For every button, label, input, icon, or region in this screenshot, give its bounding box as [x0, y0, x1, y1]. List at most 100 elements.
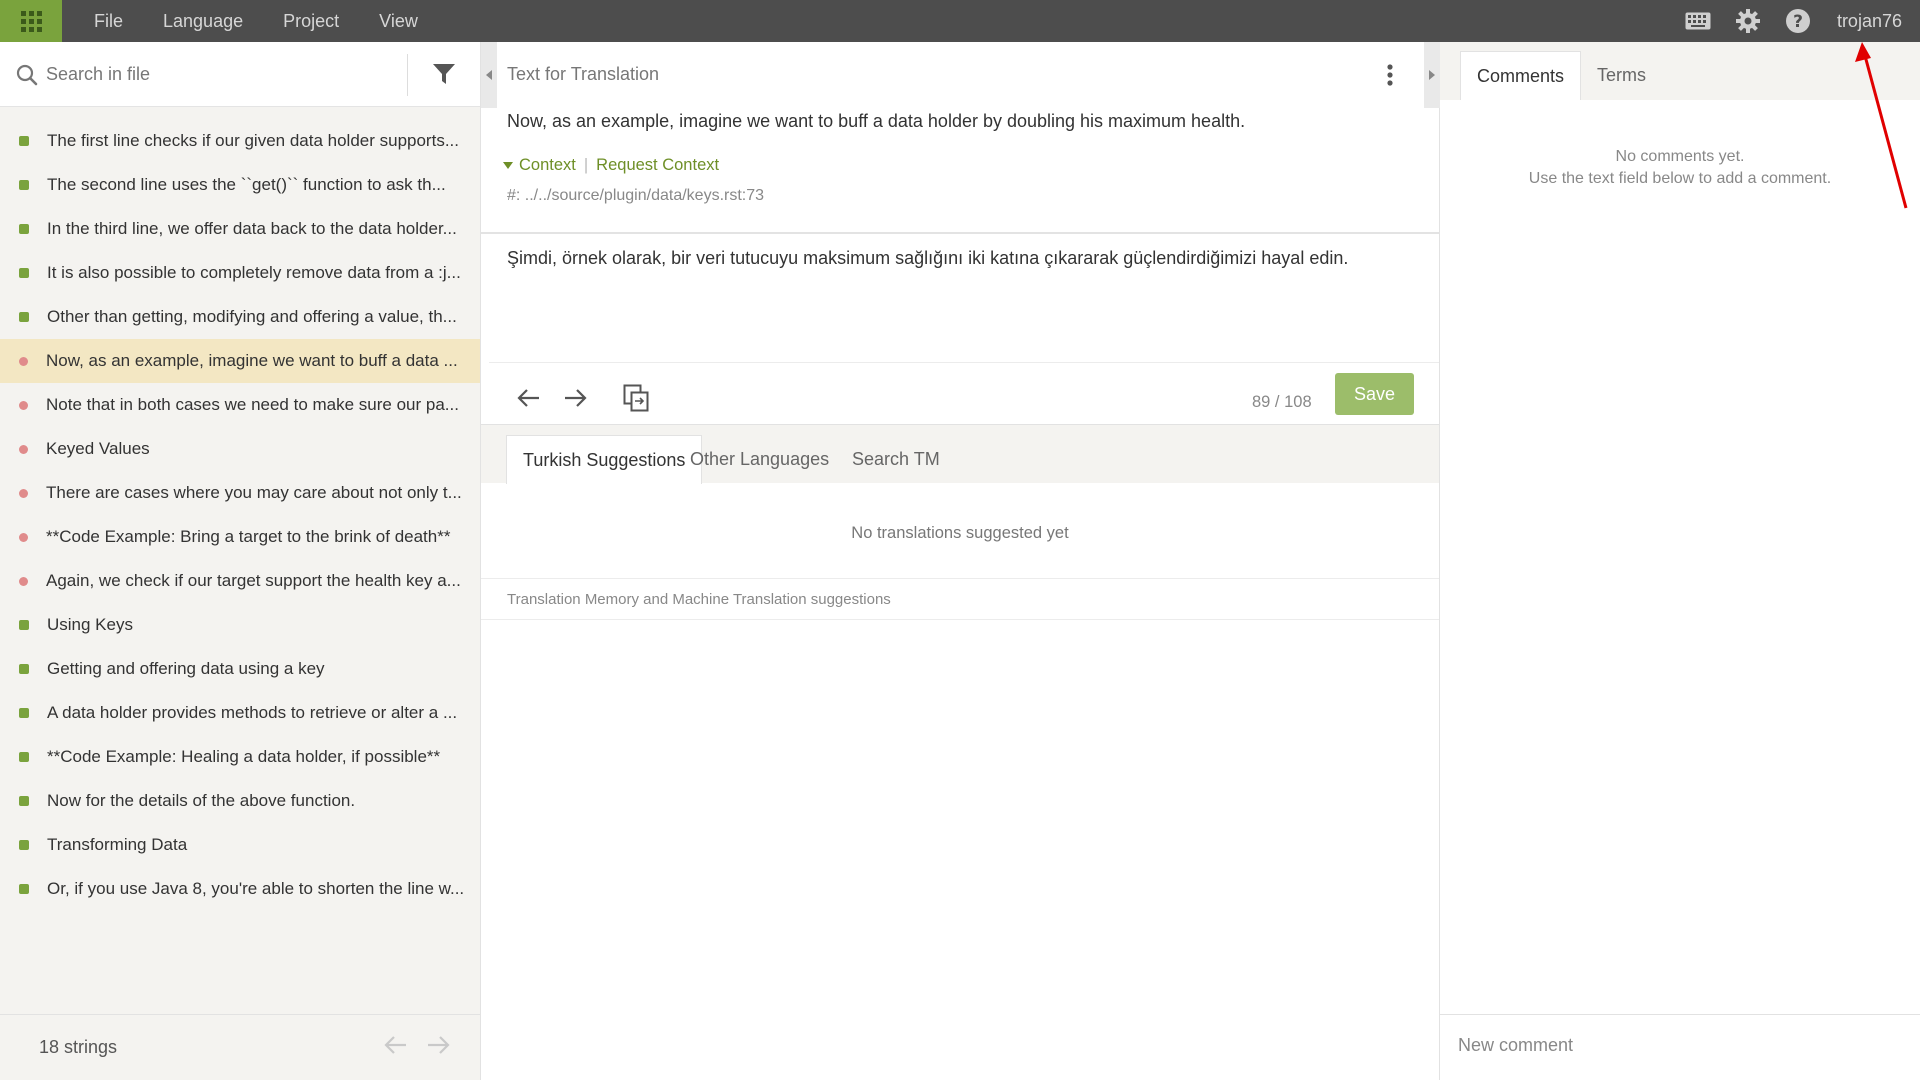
top-right-controls: ? trojan76 [1673, 0, 1920, 42]
comments-tabs: Comments Terms [1440, 42, 1920, 100]
status-dot [19, 708, 29, 718]
svg-text:?: ? [1793, 12, 1803, 32]
suggestion-tabs: Turkish Suggestions Other Languages Sear… [481, 424, 1439, 484]
collapse-right-button[interactable] [1424, 42, 1440, 108]
list-item[interactable]: Getting and offering data using a key [0, 647, 480, 691]
collapse-left-button[interactable] [481, 42, 497, 108]
tab-terms[interactable]: Terms [1581, 51, 1662, 100]
status-dot [19, 488, 28, 498]
menu-view[interactable]: View [359, 0, 438, 42]
list-item[interactable]: A data holder provides methods to retrie… [0, 691, 480, 735]
comments-panel: Comments Terms No comments yet. Use the … [1440, 42, 1920, 1080]
request-context-link[interactable]: Request Context [596, 156, 719, 175]
arrow-right-icon[interactable] [563, 388, 587, 413]
string-list: The first line checks if our given data … [0, 107, 480, 911]
new-comment-input[interactable] [1458, 1035, 1898, 1056]
username[interactable]: trojan76 [1837, 11, 1902, 32]
list-item[interactable]: It is also possible to completely remove… [0, 251, 480, 295]
arrow-left-icon[interactable] [384, 1035, 408, 1060]
apps-button[interactable] [0, 0, 62, 42]
menu-file[interactable]: File [74, 0, 143, 42]
annotation-arrow-icon [1855, 42, 1908, 209]
main-menu: File Language Project View [74, 0, 438, 42]
list-item-text: Again, we check if our target support th… [46, 571, 461, 590]
source-title: Text for Translation [507, 64, 660, 84]
save-button[interactable]: Save [1335, 373, 1414, 415]
list-item-text: Now for the details of the above functio… [47, 791, 356, 810]
menu-project[interactable]: Project [263, 0, 359, 42]
comment-bar [1440, 1014, 1920, 1080]
list-item-text: **Code Example: Bring a target to the br… [46, 527, 451, 546]
list-item[interactable]: Again, we check if our target support th… [0, 559, 480, 603]
list-item[interactable]: The first line checks if our given data … [0, 119, 480, 163]
separator: | [583, 156, 589, 174]
divider [481, 578, 1439, 579]
list-item-text: Keyed Values [46, 439, 150, 458]
list-item[interactable]: Other than getting, modifying and offeri… [0, 295, 480, 339]
list-item[interactable]: Now for the details of the above functio… [0, 779, 480, 823]
list-item-text: Or, if you use Java 8, you're able to sh… [47, 879, 465, 898]
translation-editor[interactable]: Şimdi, örnek olarak, bir veri tutucuyu m… [507, 248, 1348, 269]
list-item[interactable]: Now, as an example, imagine we want to b… [0, 339, 480, 383]
keyboard-icon[interactable] [1684, 7, 1712, 35]
list-item[interactable]: In the third line, we offer data back to… [0, 207, 480, 251]
tab-other-languages[interactable]: Other Languages [674, 435, 845, 484]
list-item-text: A data holder provides methods to retrie… [47, 703, 458, 722]
empty-comments: No comments yet. Use the text field belo… [1440, 146, 1920, 190]
list-item-text: Using Keys [47, 615, 133, 634]
list-item[interactable]: Or, if you use Java 8, you're able to sh… [0, 867, 480, 911]
list-footer: 18 strings [0, 1014, 480, 1080]
status-dot [19, 840, 29, 850]
list-item[interactable]: The second line uses the ``get()`` funct… [0, 163, 480, 207]
copy-source-icon[interactable] [623, 384, 649, 417]
tab-search-tm[interactable]: Search TM [836, 435, 956, 484]
search-input[interactable] [46, 63, 396, 85]
top-bar: File Language Project View ? trojan76 [0, 0, 1920, 42]
gear-icon[interactable] [1734, 7, 1762, 35]
list-item-text: Now, as an example, imagine we want to b… [46, 351, 458, 370]
list-item-text: In the third line, we offer data back to… [47, 219, 457, 238]
divider [481, 619, 1439, 620]
list-item[interactable]: Transforming Data [0, 823, 480, 867]
menu-language[interactable]: Language [143, 0, 263, 42]
help-icon[interactable]: ? [1784, 7, 1812, 35]
status-dot [19, 224, 29, 234]
kebab-menu-icon[interactable] [1387, 64, 1395, 91]
status-dot [19, 664, 29, 674]
list-item[interactable]: Note that in both cases we need to make … [0, 383, 480, 427]
list-item-text: The second line uses the ``get()`` funct… [47, 175, 446, 194]
list-item-text: Getting and offering data using a key [47, 659, 325, 678]
status-dot [19, 136, 29, 146]
arrow-right-icon[interactable] [426, 1035, 450, 1060]
tab-comments[interactable]: Comments [1460, 51, 1582, 100]
strings-count: 18 strings [39, 1037, 118, 1057]
source-text: Now, as an example, imagine we want to b… [507, 111, 1246, 131]
list-item[interactable]: Using Keys [0, 603, 480, 647]
status-dot [19, 752, 29, 762]
empty-comments-line2: Use the text field below to add a commen… [1528, 170, 1832, 187]
status-dot [19, 180, 29, 190]
list-item[interactable]: **Code Example: Healing a data holder, i… [0, 735, 480, 779]
status-dot [19, 576, 28, 586]
arrow-left-icon[interactable] [517, 388, 541, 413]
list-item[interactable]: There are cases where you may care about… [0, 471, 480, 515]
strings-panel: The first line checks if our given data … [0, 42, 481, 1080]
context-toggle[interactable]: Context [519, 156, 576, 175]
apps-grid-icon [20, 10, 42, 32]
status-dot [19, 444, 28, 454]
filter-icon[interactable] [432, 62, 456, 91]
empty-suggestions: No translations suggested yet [851, 524, 1069, 542]
list-item[interactable]: **Code Example: Bring a target to the br… [0, 515, 480, 559]
source-location: #: ../../source/plugin/data/keys.rst:73 [507, 187, 765, 204]
tab-turkish-suggestions[interactable]: Turkish Suggestions [506, 435, 703, 484]
list-item-text: It is also possible to completely remove… [47, 263, 461, 282]
list-item-text: Note that in both cases we need to make … [46, 395, 459, 414]
status-dot [19, 268, 29, 278]
status-dot [19, 312, 29, 322]
list-item-text: Transforming Data [47, 835, 188, 854]
empty-comments-line1: No comments yet. [1615, 148, 1745, 165]
editor-panel: Text for Translation Now, as an example,… [481, 42, 1440, 1080]
caret-down-icon [503, 162, 513, 169]
list-item[interactable]: Keyed Values [0, 427, 480, 471]
divider [489, 362, 1439, 363]
